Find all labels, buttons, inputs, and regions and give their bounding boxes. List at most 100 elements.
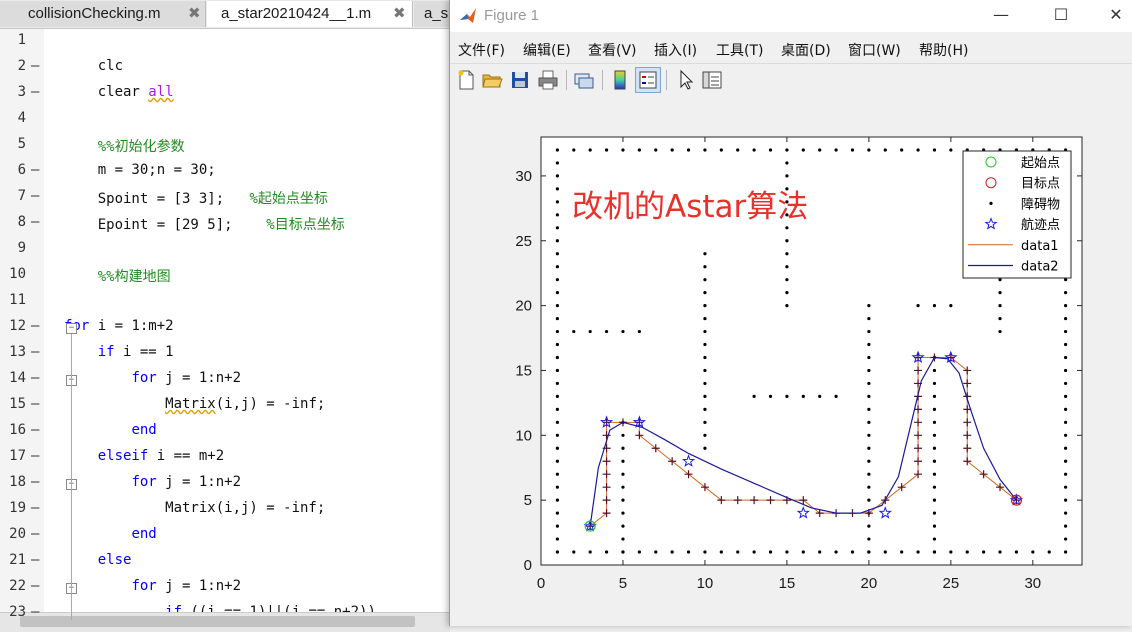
code-line[interactable]: %%构建地图 <box>64 266 171 286</box>
breakpoint-marker[interactable]: — <box>31 578 39 594</box>
breakpoint-marker[interactable]: — <box>31 396 39 412</box>
obstacle-point <box>555 407 559 411</box>
code-line[interactable]: Epoint = [29 5]; %目标点坐标 <box>64 214 345 234</box>
code-line[interactable]: clear all <box>64 84 174 100</box>
close-tab-icon[interactable]: ✖ <box>188 1 201 27</box>
code-line[interactable]: Matrix(i,j) = -inf; <box>64 500 325 516</box>
code-line[interactable]: Spoint = [3 3]; %起始点坐标 <box>64 188 328 208</box>
breakpoint-marker[interactable]: — <box>31 188 39 204</box>
obstacle-point <box>555 239 559 243</box>
code-line[interactable]: if i == 1 <box>64 344 174 360</box>
obstacle-point <box>621 329 625 334</box>
minimize-button[interactable]: — <box>978 0 1024 32</box>
property-editor-icon[interactable] <box>700 68 724 92</box>
obstacle-point <box>703 265 707 269</box>
obstacle-point <box>1064 342 1068 347</box>
line-number: 6 <box>17 162 26 178</box>
menu-help[interactable]: 帮助(H) <box>919 40 968 60</box>
breakpoint-marker[interactable]: — <box>31 370 39 386</box>
breakpoint-marker[interactable]: — <box>31 552 39 568</box>
breakpoint-marker[interactable]: — <box>31 318 39 334</box>
tab-a-star[interactable]: a_star20210424__1.m ✖ <box>207 1 413 27</box>
obstacle-point <box>932 537 937 541</box>
obstacle-point <box>686 148 691 152</box>
toolbar-separator <box>566 70 567 90</box>
tab-a-s[interactable]: a_s <box>414 1 450 27</box>
obstacle-point <box>621 550 625 554</box>
obstacle-point <box>670 148 674 152</box>
obstacle-point <box>752 550 756 554</box>
obstacle-point <box>555 433 559 437</box>
menu-insert[interactable]: 插入(I) <box>654 40 697 60</box>
breakpoint-marker[interactable]: — <box>31 604 39 620</box>
pointer-icon[interactable] <box>674 68 698 92</box>
obstacle-point <box>621 472 625 476</box>
code-editor[interactable]: collisionChecking.m ✖ a_star20210424__1.… <box>0 0 450 632</box>
legend-obstacle-marker <box>989 201 993 205</box>
breakpoint-marker[interactable]: — <box>31 526 39 542</box>
breakpoint-marker[interactable]: — <box>31 162 39 178</box>
line-number: 23 <box>9 604 26 620</box>
print-icon[interactable] <box>536 68 560 92</box>
obstacle-point <box>670 550 674 554</box>
menu-window[interactable]: 窗口(W) <box>848 40 901 60</box>
legend-icon[interactable] <box>635 67 661 93</box>
obstacle-point <box>785 161 789 165</box>
link-icon[interactable] <box>572 68 596 92</box>
obstacle-point <box>555 200 559 204</box>
code-line[interactable]: %%初始化参数 <box>64 136 185 156</box>
fold-gutter <box>44 29 64 619</box>
breakpoint-marker[interactable]: — <box>31 422 39 438</box>
code-line[interactable]: for j = 1:n+2 <box>64 370 241 386</box>
breakpoint-marker[interactable]: — <box>31 214 39 230</box>
menu-view[interactable]: 查看(V) <box>588 40 637 60</box>
obstacle-point <box>1064 433 1068 437</box>
code-line[interactable]: end <box>64 422 156 438</box>
obstacle-point <box>555 265 559 269</box>
new-figure-icon[interactable] <box>454 68 478 92</box>
close-tab-icon[interactable]: ✖ <box>393 1 406 27</box>
breakpoint-marker[interactable]: — <box>31 58 39 74</box>
obstacle-point <box>1064 446 1068 450</box>
line-number: 5 <box>17 136 26 152</box>
code-line[interactable]: else <box>64 552 132 568</box>
open-file-icon[interactable] <box>480 68 504 92</box>
code-line[interactable]: clc <box>64 58 123 74</box>
menu-tools[interactable]: 工具(T) <box>716 40 763 60</box>
breakpoint-marker[interactable]: — <box>31 474 39 490</box>
obstacle-point <box>818 148 822 152</box>
colorbar-icon[interactable] <box>608 68 632 92</box>
save-icon[interactable] <box>508 68 532 92</box>
code-line[interactable]: for i = 1:m+2 <box>64 318 174 334</box>
line-number: 21 <box>9 552 26 568</box>
code-line[interactable]: end <box>64 526 156 542</box>
menu-desktop[interactable]: 桌面(D) <box>781 40 831 60</box>
astar-path-plot[interactable]: 0 5 10 15 20 25 30 0 5 10 15 20 25 30 改机的Astar算法 起始点目标点… <box>450 96 1132 626</box>
tab-collision-checking[interactable]: collisionChecking.m ✖ <box>0 1 206 27</box>
code-line[interactable]: elseif i == m+2 <box>64 448 224 464</box>
obstacle-point <box>998 278 1002 282</box>
breakpoint-marker[interactable]: — <box>31 448 39 464</box>
obstacle-point <box>703 394 707 398</box>
menu-edit[interactable]: 编辑(E) <box>523 40 571 60</box>
obstacle-point <box>867 524 871 528</box>
obstacle-point <box>703 291 707 295</box>
fold-toggle-icon[interactable]: − <box>66 323 77 334</box>
obstacle-point <box>867 381 871 386</box>
code-line[interactable]: for j = 1:n+2 <box>64 578 241 594</box>
code-area[interactable]: clc clear all %%初始化参数 m = 30;n = 30; Spo… <box>64 29 450 619</box>
code-line[interactable]: Matrix(i,j) = -inf; <box>64 396 325 412</box>
code-line[interactable]: m = 30;n = 30; <box>64 162 216 178</box>
breakpoint-marker[interactable]: — <box>31 84 39 100</box>
scrollbar-thumb[interactable] <box>20 616 415 627</box>
close-button[interactable]: ✕ <box>1093 0 1132 32</box>
menu-file[interactable]: 文件(F) <box>458 40 505 60</box>
code-line[interactable]: for j = 1:n+2 <box>64 474 241 490</box>
obstacle-point <box>949 148 953 152</box>
breakpoint-marker[interactable]: — <box>31 344 39 360</box>
obstacle-point <box>555 511 559 515</box>
line-number: 15 <box>9 396 26 412</box>
maximize-button[interactable]: ☐ <box>1038 0 1084 32</box>
legend-label: 障碍物 <box>1021 197 1060 212</box>
breakpoint-marker[interactable]: — <box>31 500 39 516</box>
